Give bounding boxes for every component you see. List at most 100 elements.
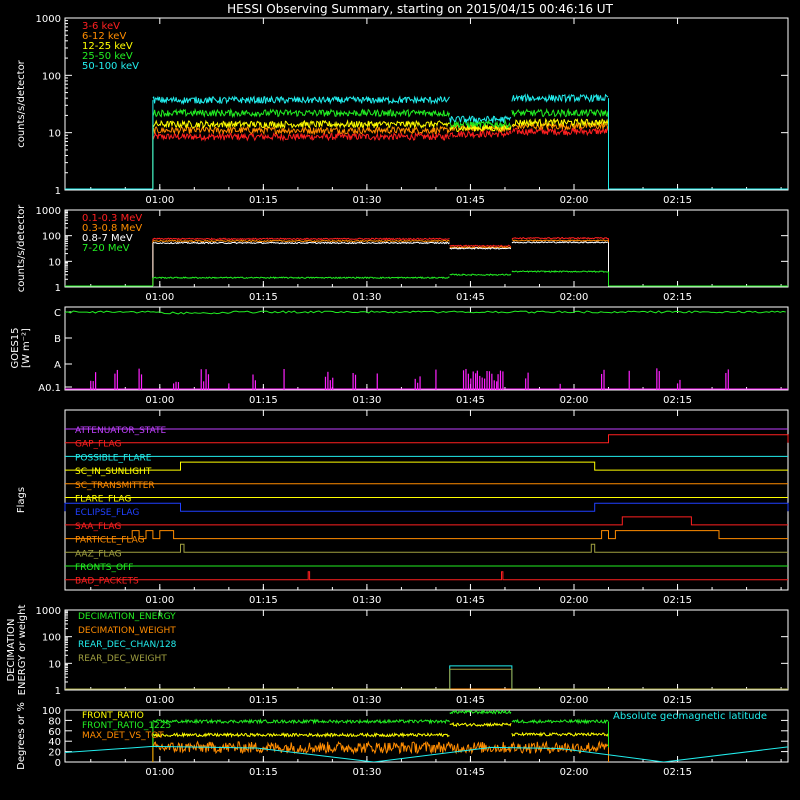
series-segment xyxy=(449,721,512,728)
series-segment xyxy=(511,107,609,118)
x-tick-label: 01:00 xyxy=(145,767,174,778)
high-energy-rates-panel: 01:00 01:15 01:30 01:45 02:00 02:15 1 10 100 1000… xyxy=(16,204,789,303)
panels: 01:00 01:15 01:30 01:45 02:00 02:151101001000… xyxy=(6,14,789,778)
series-segment xyxy=(511,239,609,242)
x-tick-label: 01:15 xyxy=(249,695,278,706)
flag-sc-transmitter: SC_TRANSMITTER xyxy=(65,481,788,491)
series-segment xyxy=(152,125,450,136)
legend-entry: DECIMATION_WEIGHT xyxy=(78,626,176,636)
x-tick-label: 02:15 xyxy=(663,695,692,706)
panel-frame xyxy=(64,306,789,391)
y-tick-label: 1 xyxy=(55,283,61,294)
flag-trace xyxy=(65,434,789,444)
y-tick-label: 100 xyxy=(42,633,61,644)
flag-sc-in-sunlight: SC_IN_SUNLIGHT xyxy=(65,461,788,477)
series-50-100-kev xyxy=(65,93,788,190)
x-tick-label: 02:00 xyxy=(560,695,589,706)
goes-spikes xyxy=(65,368,788,390)
flag-trace xyxy=(65,461,788,471)
x-tick-label: 01:00 xyxy=(145,195,174,206)
series-6-12-kev xyxy=(65,121,788,190)
series-segment xyxy=(511,93,609,104)
y-axis-label-line2: ENERGY or weight xyxy=(17,605,28,696)
series-segment xyxy=(152,239,450,243)
series-segment xyxy=(152,131,450,142)
y-tick-label: 80 xyxy=(48,716,61,727)
legend-entry: FRONT_RATIO_1225 xyxy=(82,721,171,731)
y-tick-label: 1000 xyxy=(36,606,61,617)
panel-frame xyxy=(64,409,789,591)
panel-frame xyxy=(64,17,789,191)
x-tick-label: 01:00 xyxy=(145,595,174,606)
series-segment xyxy=(449,118,512,129)
series-segment xyxy=(511,127,609,137)
flag-label: ATTENUATOR_STATE xyxy=(75,426,167,436)
series-segment xyxy=(152,731,450,738)
series-segment xyxy=(449,115,512,125)
observing-summary-figure: HESSI Observing Summary, starting on 201… xyxy=(6,2,789,778)
flag-label: GAP_FLAG xyxy=(75,440,121,450)
flag-label: SC_TRANSMITTER xyxy=(75,481,155,491)
series-segment xyxy=(511,718,609,725)
x-tick-label: 01:00 xyxy=(145,292,174,303)
flag-trace xyxy=(65,516,788,526)
x-tick-label: 02:15 xyxy=(663,395,692,406)
panel-frame xyxy=(64,609,789,691)
flag-eclipse-flag: ECLIPSE_FLAG xyxy=(64,502,789,518)
y-axis-label: counts/s/detector xyxy=(16,59,27,147)
panel-frame xyxy=(64,209,789,288)
flag-label: POSSIBLE_FLARE xyxy=(75,453,152,463)
x-tick-label: 01:00 xyxy=(145,395,174,406)
x-tick-label: 01:30 xyxy=(352,395,381,406)
x-tick-label: 01:30 xyxy=(352,292,381,303)
legend-entry: 50-100 keV xyxy=(82,61,139,72)
flag-label: FRONTS_OFF xyxy=(75,563,133,573)
series-step xyxy=(65,665,788,690)
series-segment xyxy=(511,731,609,738)
flag-saa-flag: SAA_FLAG xyxy=(65,516,788,532)
y-tick-label: 1 xyxy=(55,686,61,697)
y-tick-label: 1 xyxy=(55,186,61,197)
x-tick-label: 01:45 xyxy=(456,595,485,606)
x-tick-label: 01:30 xyxy=(352,195,381,206)
series-segment xyxy=(152,119,450,130)
decimation-panel: 01:00 01:15 01:30 01:45 02:00 02:15 1 10 100 1000… xyxy=(6,605,789,706)
legend-entry: MAX_DET_VS_TOT xyxy=(82,731,164,741)
x-tick-label: 01:30 xyxy=(352,595,381,606)
y-tick-label: 100 xyxy=(42,706,61,717)
series-max-det-vs-tot xyxy=(152,740,610,762)
y-axis-label: Degrees or % xyxy=(16,702,27,770)
y-tick-label: A xyxy=(54,360,61,371)
x-tick-label: 02:15 xyxy=(663,595,692,606)
y-axis-label: GOES15 xyxy=(10,327,21,368)
x-tick-label: 01:45 xyxy=(456,395,485,406)
figure-title: HESSI Observing Summary, starting on 201… xyxy=(227,2,613,16)
x-tick-label: 01:15 xyxy=(249,292,278,303)
y-tick-label: 40 xyxy=(48,737,61,748)
goes-panel: 01:00 01:15 01:30 01:45 02:00 02:15 A0.1 A B C GOE… xyxy=(10,306,789,406)
series-step xyxy=(65,668,788,690)
low-energy-rates-panel: 01:00 01:15 01:30 01:45 02:00 02:15 1 10 100 1000… xyxy=(16,14,789,206)
legend-entry: DECIMATION_ENERGY xyxy=(78,612,176,622)
series-segment xyxy=(152,107,450,119)
series-0-3-0-8-mev xyxy=(65,239,788,287)
series-0-1-0-3-mev xyxy=(65,236,788,287)
flag-trace xyxy=(64,502,789,512)
x-tick-label: 02:00 xyxy=(560,595,589,606)
x-tick-label: 02:15 xyxy=(663,292,692,303)
flag-label: SC_IN_SUNLIGHT xyxy=(75,467,152,477)
flag-bad-packets: BAD_PACKETS xyxy=(65,571,788,587)
y-axis-unit: [W m⁻²] xyxy=(21,328,32,368)
legend-entry: 7-20 MeV xyxy=(82,243,130,254)
x-tick-label: 02:15 xyxy=(663,767,692,778)
x-tick-label: 02:00 xyxy=(560,195,589,206)
series-segment xyxy=(152,95,450,106)
x-tick-label: 02:15 xyxy=(663,195,692,206)
series-3-6-kev xyxy=(65,127,788,190)
series-7-20-mev xyxy=(65,270,788,287)
flag-particle-flag: PARTICLE_FLAG xyxy=(65,530,788,546)
y-tick-label: 1000 xyxy=(36,14,61,25)
x-tick-label: 01:15 xyxy=(249,767,278,778)
series-segment xyxy=(511,236,609,240)
series-segment xyxy=(449,129,512,140)
